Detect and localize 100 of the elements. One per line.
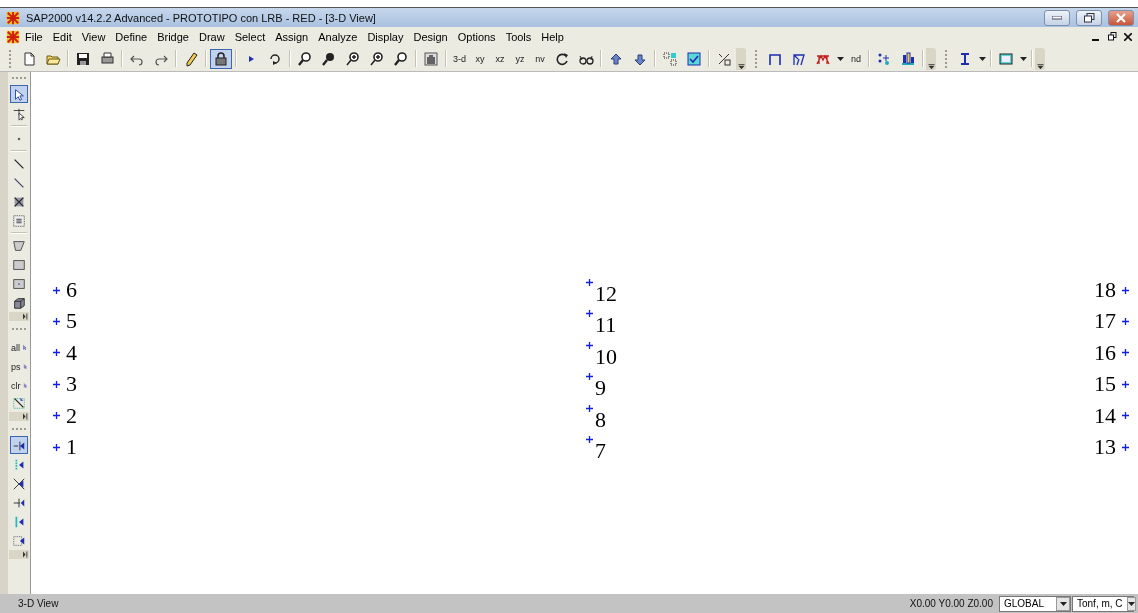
snap-icon	[12, 439, 26, 453]
toolbar-button[interactable]: nd	[847, 48, 865, 69]
menu-item[interactable]: Select	[229, 30, 271, 43]
menu-item[interactable]: Bridge	[152, 30, 194, 43]
toolbar-button[interactable]: yz	[511, 48, 529, 69]
joint-label: 4	[66, 341, 77, 364]
line-icon	[12, 176, 26, 190]
joint-marker	[1122, 286, 1129, 294]
caret-icon	[1127, 601, 1135, 606]
toolbar-button[interactable]: nv	[531, 48, 549, 69]
close-button[interactable]	[1108, 9, 1134, 26]
menu-item[interactable]: Design	[408, 30, 453, 43]
chevron-icon	[927, 63, 935, 70]
pencil-icon	[183, 50, 199, 67]
rectangle-icon	[12, 277, 26, 291]
menu-item[interactable]: Draw	[193, 30, 230, 43]
close-icon[interactable]	[1122, 30, 1134, 43]
zoom-in-icon	[369, 50, 385, 67]
menu-item[interactable]: Define	[110, 30, 153, 43]
restore-button[interactable]	[1076, 9, 1102, 26]
chart-icon	[900, 50, 916, 67]
menu-item[interactable]: Options	[452, 30, 501, 43]
snap-icon	[12, 534, 26, 548]
coordinate-system-select[interactable]: GLOBAL	[999, 595, 1071, 612]
toolbar-button[interactable]: all	[10, 336, 28, 354]
chevron-icon	[1036, 63, 1044, 70]
joint-marker	[586, 310, 593, 318]
joint-label: 10	[595, 343, 617, 369]
joint-marker	[53, 349, 60, 357]
toolbar-button[interactable]: 3-d	[450, 48, 469, 69]
joint-label: 15	[1094, 373, 1116, 396]
menu-item[interactable]: View	[76, 30, 111, 43]
restore-icon[interactable]	[1106, 30, 1118, 43]
menu-item[interactable]: Tools	[500, 30, 537, 43]
cross-grid-icon	[12, 195, 26, 209]
menu-item[interactable]: Assign	[270, 30, 314, 43]
window-title: SAP2000 v14.2.2 Advanced - PROTOTIPO con LRB - RED - [3-D View]	[26, 11, 377, 24]
lock-icon	[213, 50, 229, 67]
caret-icon	[1020, 56, 1027, 61]
zoom-icon	[297, 50, 313, 67]
toolbar-button[interactable]	[10, 85, 28, 103]
menu-item[interactable]: Display	[362, 30, 409, 43]
toolbar-overflow[interactable]	[1035, 47, 1045, 70]
menu-item[interactable]: Edit	[47, 30, 77, 43]
joint-marker	[1122, 443, 1129, 451]
toolbar-button[interactable]	[10, 436, 28, 454]
quad-icon	[12, 239, 26, 253]
toolbar-button[interactable]: clr	[10, 374, 28, 392]
menu-item[interactable]: Help	[536, 30, 569, 43]
chevron-icon	[23, 313, 29, 320]
joint-marker	[586, 436, 593, 443]
toolbar-overflow[interactable]	[926, 47, 936, 70]
joint-marker	[1122, 349, 1129, 357]
minimize-button[interactable]	[1044, 9, 1070, 26]
joint-marker	[586, 279, 593, 286]
minimize-icon	[1052, 15, 1062, 20]
units-select[interactable]: Tonf, m, C	[1072, 595, 1134, 612]
snap-icon	[12, 477, 26, 491]
coordinates-readout: X0.00 Y0.00 Z0.00	[909, 598, 993, 609]
caret-icon	[1059, 601, 1067, 606]
toolbar-button[interactable]: xy	[471, 48, 489, 69]
joint-label: 16	[1094, 341, 1116, 364]
printer-icon	[99, 50, 115, 67]
joint-marker	[1122, 412, 1129, 420]
toolbar-overflow[interactable]	[9, 412, 29, 421]
toolbar-button[interactable]: xz	[491, 48, 509, 69]
joint-label: 5	[66, 310, 77, 333]
joint-label: 1	[66, 436, 77, 458]
joint-label: 14	[1094, 404, 1116, 427]
joint-label: 8	[595, 406, 606, 432]
grid-select-icon	[662, 50, 678, 67]
zoom-icon	[321, 50, 337, 67]
joint-label: 7	[595, 438, 606, 463]
display-icon	[998, 50, 1014, 67]
reshaper-icon	[12, 107, 26, 121]
joint-marker	[1122, 317, 1129, 325]
joint-label: 2	[66, 404, 77, 427]
joint-label: 17	[1094, 310, 1116, 333]
toolbar-button[interactable]	[210, 48, 232, 69]
pan-icon	[423, 50, 439, 67]
chevron-icon	[737, 63, 745, 70]
menu-item[interactable]: Analyze	[313, 30, 363, 43]
model-view-canvas[interactable]: 6 5 4 3 2 1 12 11 10 9 8 7 18 17 16 15 14 13	[31, 72, 1138, 594]
chevron-icon	[23, 551, 29, 558]
toolbar-overflow[interactable]	[9, 312, 29, 321]
toolbar-overflow[interactable]	[9, 550, 29, 559]
joint-marker	[53, 286, 60, 294]
joint-marker	[53, 380, 60, 388]
restore-icon	[1083, 12, 1095, 23]
zoom-icon	[345, 50, 361, 67]
joint-label: 3	[66, 373, 77, 396]
caret-icon	[979, 56, 986, 61]
joint-label: 11	[595, 312, 617, 338]
menu-item[interactable]: File	[20, 30, 48, 43]
toolbar-overflow[interactable]	[736, 47, 746, 70]
joint-label: 9	[595, 375, 606, 401]
caret-icon	[837, 56, 844, 61]
toolbar-button[interactable]: ps	[10, 355, 28, 373]
hatch-select-icon	[12, 396, 26, 410]
joint-marker	[53, 317, 60, 325]
